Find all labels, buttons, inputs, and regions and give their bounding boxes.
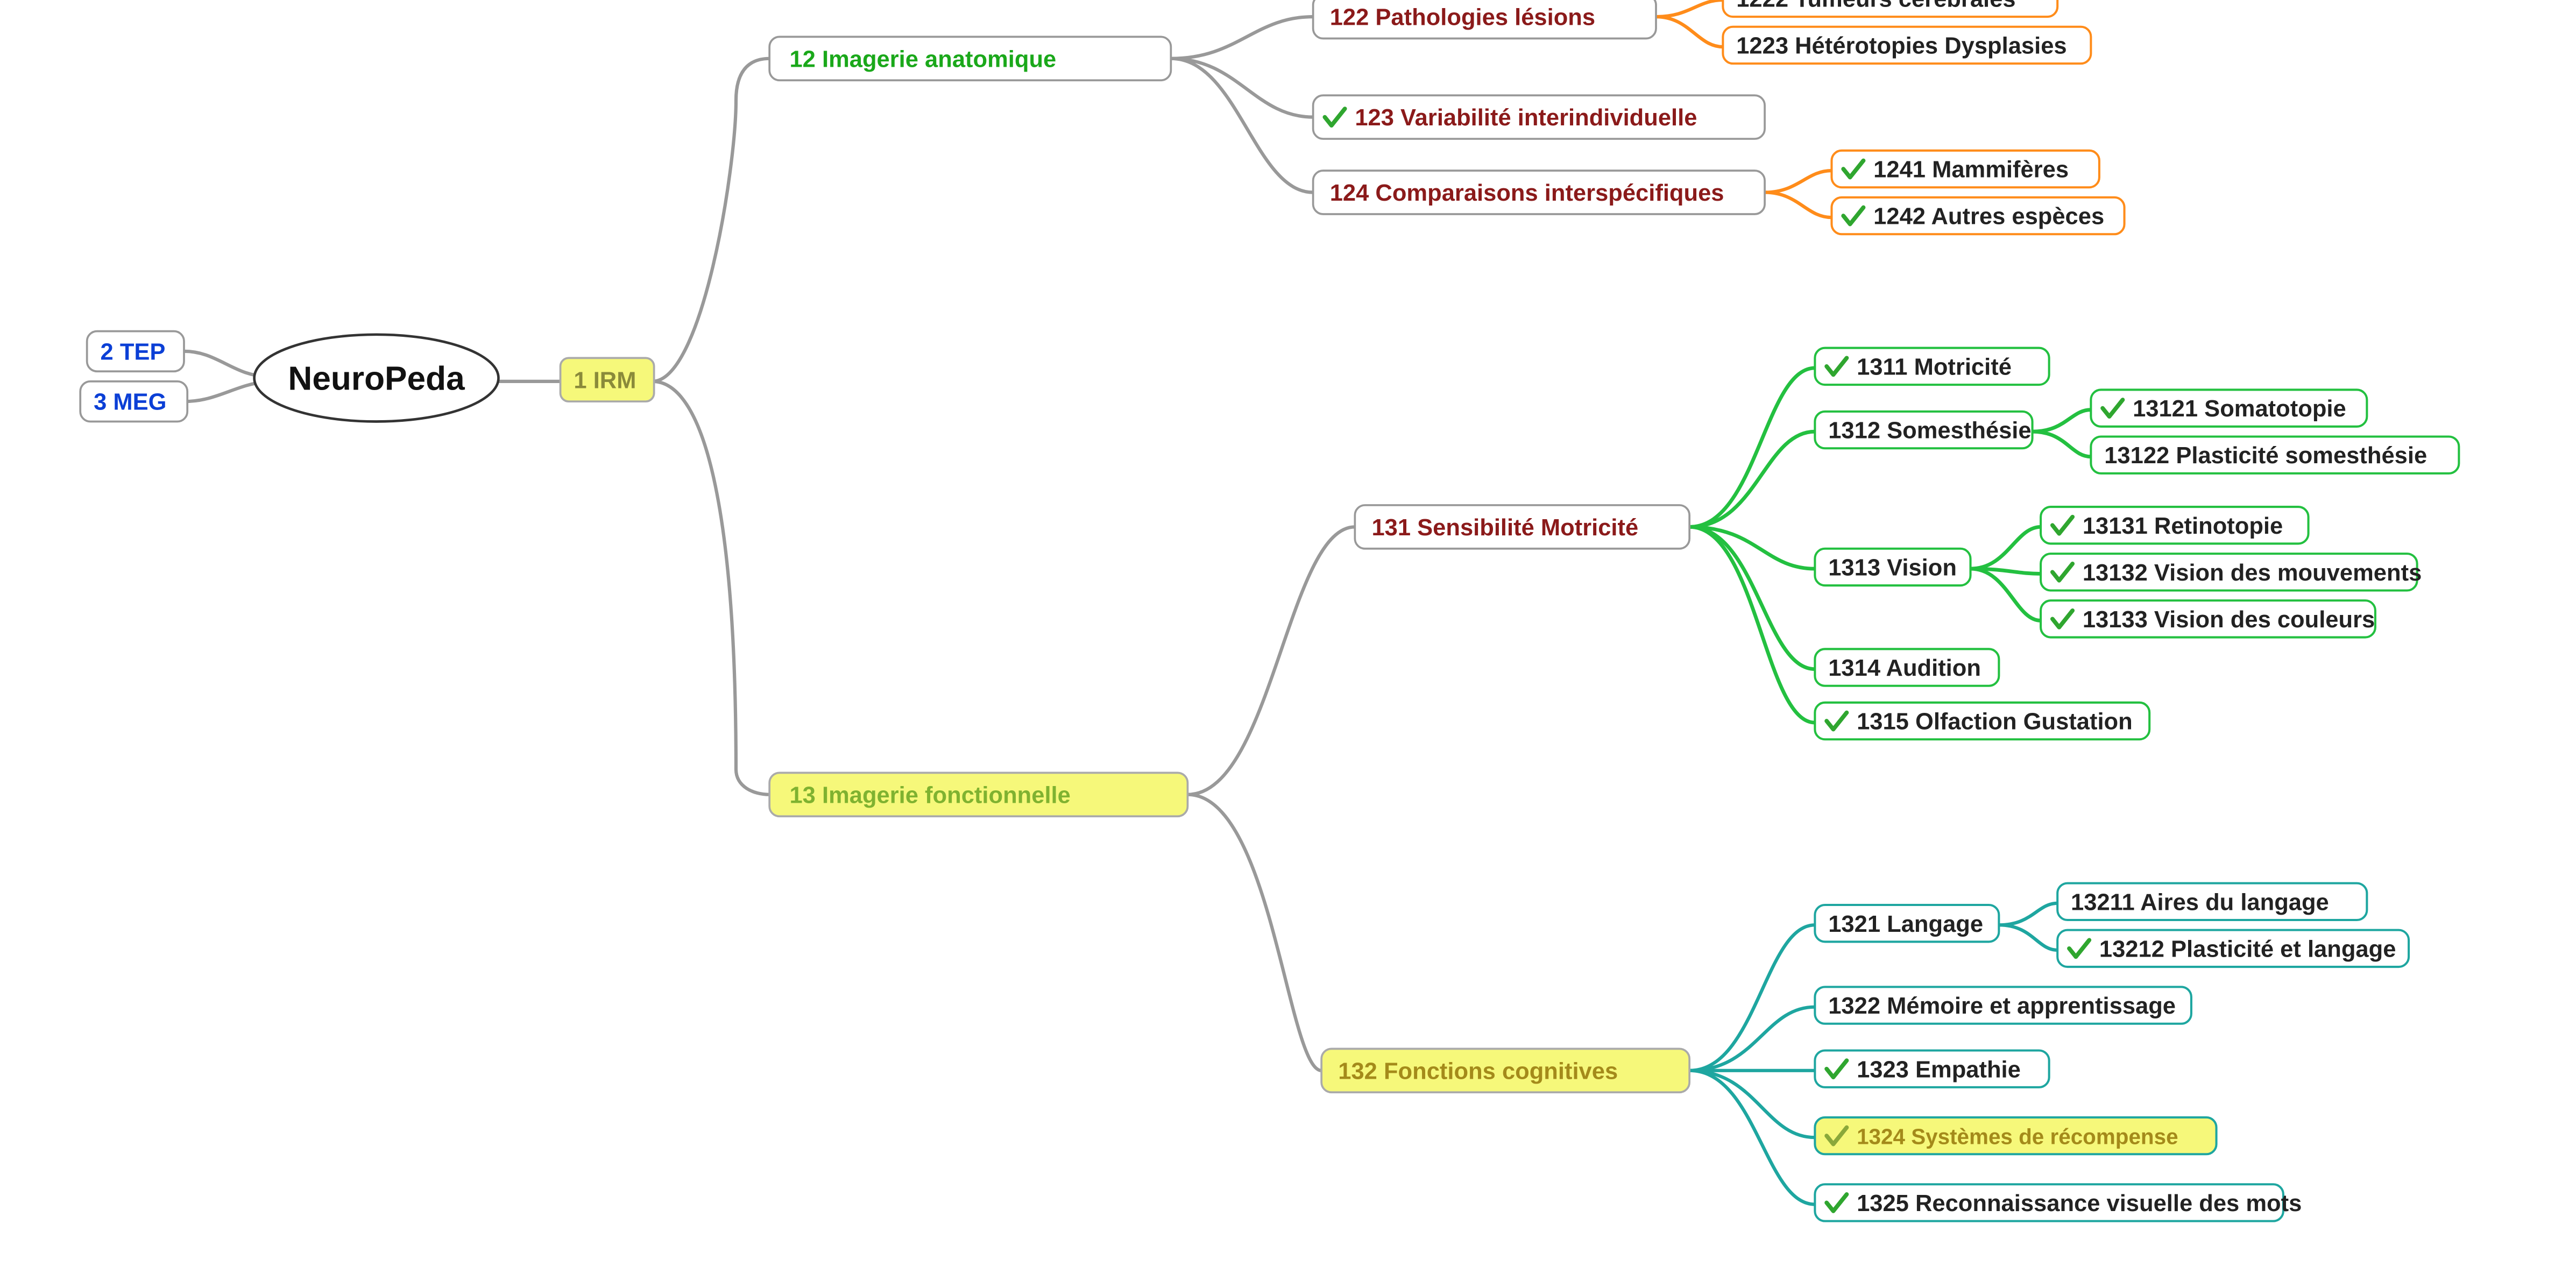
node-3-meg[interactable]: 3 MEG — [80, 381, 187, 422]
label-1222: 1222 Tumeurs cérébrales — [1736, 0, 2015, 12]
node-13131[interactable]: 13131 Retinotopie — [2041, 507, 2308, 543]
node-13133[interactable]: 13133 Vision des couleurs — [2041, 600, 2375, 637]
node-124[interactable]: 124 Comparaisons interspécifiques — [1313, 171, 1765, 214]
node-1312[interactable]: 1312 Somesthésie — [1815, 412, 2032, 448]
node-1325[interactable]: 1325 Reconnaissance visuelle des mots — [1815, 1184, 2302, 1221]
label-1314: 1314 Audition — [1828, 655, 1981, 681]
node-1242[interactable]: 1242 Autres espèces — [1831, 197, 2124, 234]
label-1312: 1312 Somesthésie — [1828, 418, 2031, 444]
node-1324[interactable]: 1324 Systèmes de récompense — [1815, 1117, 2216, 1154]
label-1313: 1313 Vision — [1828, 555, 1957, 581]
node-1323[interactable]: 1323 Empathie — [1815, 1051, 2049, 1087]
node-13122[interactable]: 13122 Plasticité somesthésie — [2091, 436, 2459, 473]
node-13[interactable]: 13 Imagerie fonctionnelle — [769, 773, 1187, 816]
label-13: 13 Imagerie fonctionnelle — [789, 782, 1070, 808]
label-1322: 1322 Mémoire et apprentissage — [1828, 993, 2176, 1019]
label-12: 12 Imagerie anatomique — [789, 46, 1056, 72]
label-1321: 1321 Langage — [1828, 911, 1983, 937]
label-1242: 1242 Autres espèces — [1873, 204, 2104, 230]
label-13212: 13212 Plasticité et langage — [2099, 936, 2396, 962]
node-13121[interactable]: 13121 Somatotopie — [2091, 390, 2367, 426]
label-root: NeuroPeda — [288, 360, 465, 397]
label-122: 122 Pathologies lésions — [1330, 5, 1595, 31]
label-1315: 1315 Olfaction Gustation — [1857, 709, 2133, 735]
label-131: 131 Sensibilité Motricité — [1371, 515, 1638, 541]
node-1321[interactable]: 1321 Langage — [1815, 905, 1999, 942]
label-124: 124 Comparaisons interspécifiques — [1330, 180, 1724, 206]
label-13133: 13133 Vision des couleurs — [2083, 607, 2375, 633]
node-13132[interactable]: 13132 Vision des mouvements — [2041, 554, 2422, 590]
node-123[interactable]: 123 Variabilité interindividuelle — [1313, 95, 1765, 139]
node-1313[interactable]: 1313 Vision — [1815, 549, 1970, 585]
label-2-tep: 2 TEP — [101, 339, 166, 365]
label-13121: 13121 Somatotopie — [2133, 396, 2346, 422]
label-13211: 13211 Aires du langage — [2071, 889, 2329, 915]
node-1241[interactable]: 1241 Mammifères — [1831, 151, 2099, 187]
node-12[interactable]: 12 Imagerie anatomique — [769, 37, 1171, 80]
node-1222[interactable]: 1222 Tumeurs cérébrales — [1723, 0, 2057, 17]
label-123: 123 Variabilité interindividuelle — [1355, 105, 1697, 131]
label-1323: 1323 Empathie — [1857, 1057, 2021, 1082]
mindmap: 2 TEP 3 MEG NeuroPeda 1 IRM 12 Imagerie … — [0, 0, 2576, 1288]
node-131[interactable]: 131 Sensibilité Motricité — [1355, 505, 1689, 549]
label-132: 132 Fonctions cognitives — [1338, 1058, 1618, 1084]
label-13122: 13122 Plasticité somesthésie — [2104, 443, 2427, 469]
label-3-meg: 3 MEG — [94, 390, 166, 415]
node-122[interactable]: 122 Pathologies lésions — [1313, 0, 1656, 39]
label-13132: 13132 Vision des mouvements — [2083, 560, 2422, 586]
node-132[interactable]: 132 Fonctions cognitives — [1321, 1049, 1689, 1092]
label-13131: 13131 Retinotopie — [2083, 513, 2283, 539]
label-1223: 1223 Hétérotopies Dysplasies — [1736, 33, 2067, 59]
label-1311: 1311 Motricité — [1857, 354, 2012, 380]
node-2-tep[interactable]: 2 TEP — [87, 331, 184, 372]
node-1311[interactable]: 1311 Motricité — [1815, 348, 2049, 385]
node-1223[interactable]: 1223 Hétérotopies Dysplasies — [1723, 27, 2091, 63]
node-13212[interactable]: 13212 Plasticité et langage — [2057, 930, 2409, 967]
node-1322[interactable]: 1322 Mémoire et apprentissage — [1815, 987, 2191, 1023]
node-13211[interactable]: 13211 Aires du langage — [2057, 883, 2367, 920]
node-root[interactable]: NeuroPeda — [254, 335, 499, 422]
node-1314[interactable]: 1314 Audition — [1815, 649, 1999, 685]
label-1241: 1241 Mammifères — [1873, 157, 2069, 183]
node-1315[interactable]: 1315 Olfaction Gustation — [1815, 703, 2149, 739]
label-1325: 1325 Reconnaissance visuelle des mots — [1857, 1191, 2302, 1216]
node-1-irm[interactable]: 1 IRM — [561, 358, 654, 401]
label-1-irm: 1 IRM — [574, 367, 636, 393]
label-1324: 1324 Systèmes de récompense — [1857, 1124, 2178, 1149]
